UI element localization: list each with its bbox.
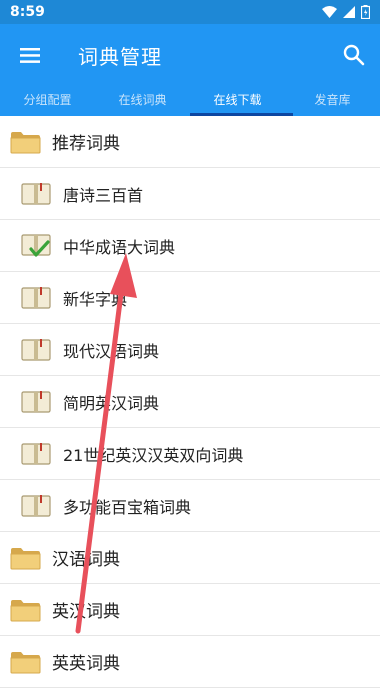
book-check-icon: [21, 233, 51, 259]
tab-online-dictionaries[interactable]: 在线词典: [95, 86, 190, 116]
list-item[interactable]: 唐诗三百首: [0, 168, 380, 220]
book-icon: [21, 182, 51, 206]
search-icon: [343, 44, 365, 66]
list-item[interactable]: 多功能百宝箱词典: [0, 480, 380, 532]
item-label: 现代汉语词典: [63, 341, 160, 361]
wifi-icon: [322, 6, 337, 18]
item-label: 多功能百宝箱词典: [63, 497, 192, 517]
group-row-english-chinese[interactable]: 英汉词典: [0, 584, 380, 636]
group-row-english-english[interactable]: 英英词典: [0, 636, 380, 688]
item-label: 中华成语大词典: [63, 237, 176, 257]
folder-icon: [10, 546, 41, 570]
group-label: 英汉词典: [52, 602, 120, 622]
status-time: 8:59: [10, 4, 45, 20]
group-row-recommended[interactable]: 推荐词典: [0, 116, 380, 168]
status-bar: 8:59: [0, 0, 380, 24]
book-icon: [21, 338, 51, 362]
item-label: 简明英汉词典: [63, 393, 160, 413]
tab-group-config[interactable]: 分组配置: [0, 86, 95, 116]
hamburger-menu-icon: [20, 47, 40, 63]
list-item[interactable]: 现代汉语词典: [0, 324, 380, 376]
page-title: 词典管理: [78, 44, 162, 69]
item-label: 21世纪英汉汉英双向词典: [63, 445, 244, 465]
book-icon: [21, 442, 51, 466]
tab-online-download[interactable]: 在线下载: [190, 86, 285, 116]
menu-button[interactable]: [0, 24, 60, 86]
list-item[interactable]: 简明英汉词典: [0, 376, 380, 428]
search-button[interactable]: [340, 41, 368, 69]
group-label: 推荐词典: [52, 134, 120, 154]
book-icon: [21, 286, 51, 310]
tab-bar: 分组配置 在线词典 在线下载 发音库: [0, 86, 380, 116]
group-label: 汉语词典: [52, 550, 120, 570]
list-item[interactable]: 21世纪英汉汉英双向词典: [0, 428, 380, 480]
book-icon: [21, 390, 51, 414]
dictionary-list: 推荐词典 唐诗三百首 中华成语大词典 新华字典 现代汉语词典 简明英汉词典 21…: [0, 116, 380, 688]
folder-icon: [10, 598, 41, 622]
tab-pronunciation-library[interactable]: 发音库: [285, 86, 380, 116]
app-bar: 词典管理: [0, 24, 380, 86]
book-icon: [21, 494, 51, 518]
item-label: 新华字典: [63, 289, 128, 309]
battery-icon: [361, 5, 370, 19]
item-label: 唐诗三百首: [63, 185, 144, 205]
folder-icon: [10, 130, 41, 154]
group-row-chinese[interactable]: 汉语词典: [0, 532, 380, 584]
folder-icon: [10, 650, 41, 674]
group-label: 英英词典: [52, 654, 120, 674]
list-item[interactable]: 中华成语大词典: [0, 220, 380, 272]
list-item[interactable]: 新华字典: [0, 272, 380, 324]
signal-icon: [343, 6, 355, 18]
